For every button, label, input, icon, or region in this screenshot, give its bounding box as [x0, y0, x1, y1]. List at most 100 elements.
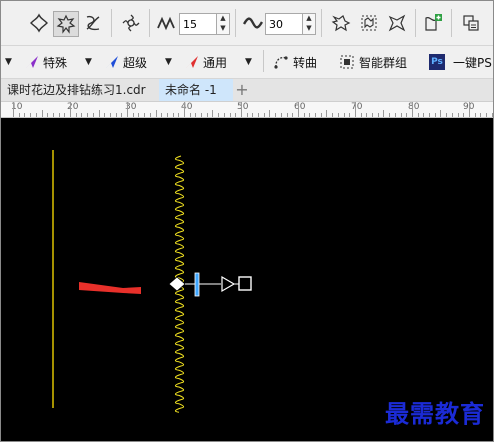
ruler-tick	[344, 113, 345, 117]
frequency-icon	[241, 11, 265, 35]
ruler-tick	[469, 102, 470, 117]
ruler-tick	[418, 113, 419, 117]
general-dropdown[interactable]: 通用 ▼	[185, 53, 252, 71]
tab-untitled-1[interactable]: 未命名 -1	[159, 79, 233, 101]
super-dropdown[interactable]: 超级 ▼	[105, 53, 172, 71]
ruler-tick	[241, 102, 242, 117]
ruler-tick	[24, 113, 25, 117]
chevron-down-icon: ▼	[245, 57, 252, 67]
convert-curve-icon	[274, 56, 288, 69]
ruler-tick	[458, 113, 459, 117]
drawing-canvas[interactable]: 最需教育	[1, 118, 493, 441]
ruler-tick	[81, 113, 82, 117]
ruler-tick	[218, 113, 219, 117]
ruler-tick	[446, 113, 447, 117]
red-arrow-icon	[79, 282, 141, 294]
ruler-tick	[321, 113, 322, 117]
frequency-arrow-handle[interactable]	[221, 275, 236, 293]
ruler-tick	[264, 113, 265, 117]
ruler-label: 80	[408, 102, 420, 112]
ruler-tick	[349, 113, 350, 117]
general-arrow-icon	[186, 56, 198, 68]
amplitude-input[interactable]	[179, 13, 217, 35]
ruler-tick	[64, 113, 65, 117]
ruler-tick	[230, 113, 231, 117]
ruler-tick	[492, 113, 493, 117]
separator	[235, 9, 236, 37]
random-distortion-icon[interactable]	[329, 11, 353, 35]
ruler-tick	[93, 113, 94, 117]
amplitude-slider-handle[interactable]	[194, 272, 200, 297]
ruler-tick	[195, 113, 196, 117]
ruler-tick	[70, 102, 71, 117]
ruler-tick	[475, 113, 476, 117]
ruler-label: 70	[351, 102, 363, 112]
ruler-tick	[116, 113, 117, 117]
amplitude-stepper[interactable]: ▲▼	[179, 13, 230, 35]
ruler-tick	[99, 110, 100, 117]
ruler-tick	[59, 113, 60, 117]
ruler-tick	[127, 102, 128, 117]
copy-distortion-icon[interactable]	[421, 11, 445, 35]
ruler-tick	[372, 113, 373, 117]
zipper-distortion-icon[interactable]	[53, 11, 79, 37]
ruler-label: 60	[294, 102, 306, 112]
ruler-tick	[395, 113, 396, 117]
ruler-tick	[292, 113, 293, 117]
ruler-tick	[138, 113, 139, 117]
ruler-tick	[235, 113, 236, 117]
ruler-tick	[47, 113, 48, 117]
separator	[451, 9, 452, 37]
ruler-tick	[258, 113, 259, 117]
local-distortion-icon[interactable]	[385, 11, 409, 35]
amplitude-icon	[155, 11, 179, 35]
ruler-tick	[338, 113, 339, 117]
separator	[263, 50, 264, 72]
distortion-end-handle[interactable]	[238, 276, 252, 291]
ruler-tick	[76, 113, 77, 117]
push-pull-distortion-icon[interactable]	[27, 11, 51, 35]
ruler-tick	[406, 113, 407, 117]
clear-distortion-icon[interactable]	[459, 11, 483, 35]
special-dropdown[interactable]: 特殊 ▼	[25, 53, 92, 71]
ruler-tick	[178, 113, 179, 117]
convert-to-curves-button[interactable]: 转曲	[273, 53, 317, 71]
ruler-tick	[121, 113, 122, 117]
ruler-tick	[440, 110, 441, 117]
canvas-artwork	[52, 150, 252, 413]
collapsed-dropdown-arrow[interactable]: ▼	[5, 53, 12, 71]
ruler-tick	[190, 113, 191, 117]
ruler-tick	[269, 110, 270, 117]
ruler-tick	[133, 113, 134, 117]
ruler-tick	[378, 113, 379, 117]
chevron-down-icon: ▼	[85, 57, 92, 67]
ruler-tick	[309, 113, 310, 117]
twister-distortion-icon[interactable]	[81, 11, 105, 35]
frequency-stepper[interactable]: ▲▼	[265, 13, 316, 35]
horizontal-ruler[interactable]: 10 20 30 40 50 60 70 80 90	[1, 102, 493, 118]
distortion-center-icon[interactable]	[119, 11, 143, 35]
ruler-tick	[435, 113, 436, 117]
ruler-tick	[87, 113, 88, 117]
smart-group-icon	[340, 55, 354, 69]
plugin-toolbar: ▼ 特殊 ▼ 超级 ▼ 通用 ▼ 转曲 智能群组 Ps 一键PS	[1, 46, 493, 79]
ruler-tick	[401, 113, 402, 117]
add-tab-icon[interactable]: +	[233, 81, 251, 99]
ruler-tick	[332, 113, 333, 117]
ruler-tick	[355, 102, 356, 117]
document-tabs: 课时花边及排钻练习1.cdr 未命名 -1 +	[1, 79, 493, 102]
ruler-tick	[110, 113, 111, 117]
ruler-tick	[36, 113, 37, 117]
one-key-ps-button[interactable]: Ps 一键PS	[429, 53, 492, 71]
smart-group-button[interactable]: 智能群组	[339, 53, 407, 71]
tab-document-1[interactable]: 课时花边及排钻练习1.cdr	[1, 79, 152, 101]
ruler-tick	[144, 113, 145, 117]
ruler-tick	[167, 113, 168, 117]
amplitude-stepper-arrows[interactable]: ▲ ▼	[217, 13, 230, 35]
ruler-tick	[212, 110, 213, 117]
ruler-tick	[423, 113, 424, 117]
frequency-input[interactable]	[265, 13, 303, 35]
frequency-stepper-arrows[interactable]: ▲ ▼	[303, 13, 316, 35]
smooth-distortion-icon[interactable]	[357, 11, 381, 35]
ruler-tick	[42, 110, 43, 117]
